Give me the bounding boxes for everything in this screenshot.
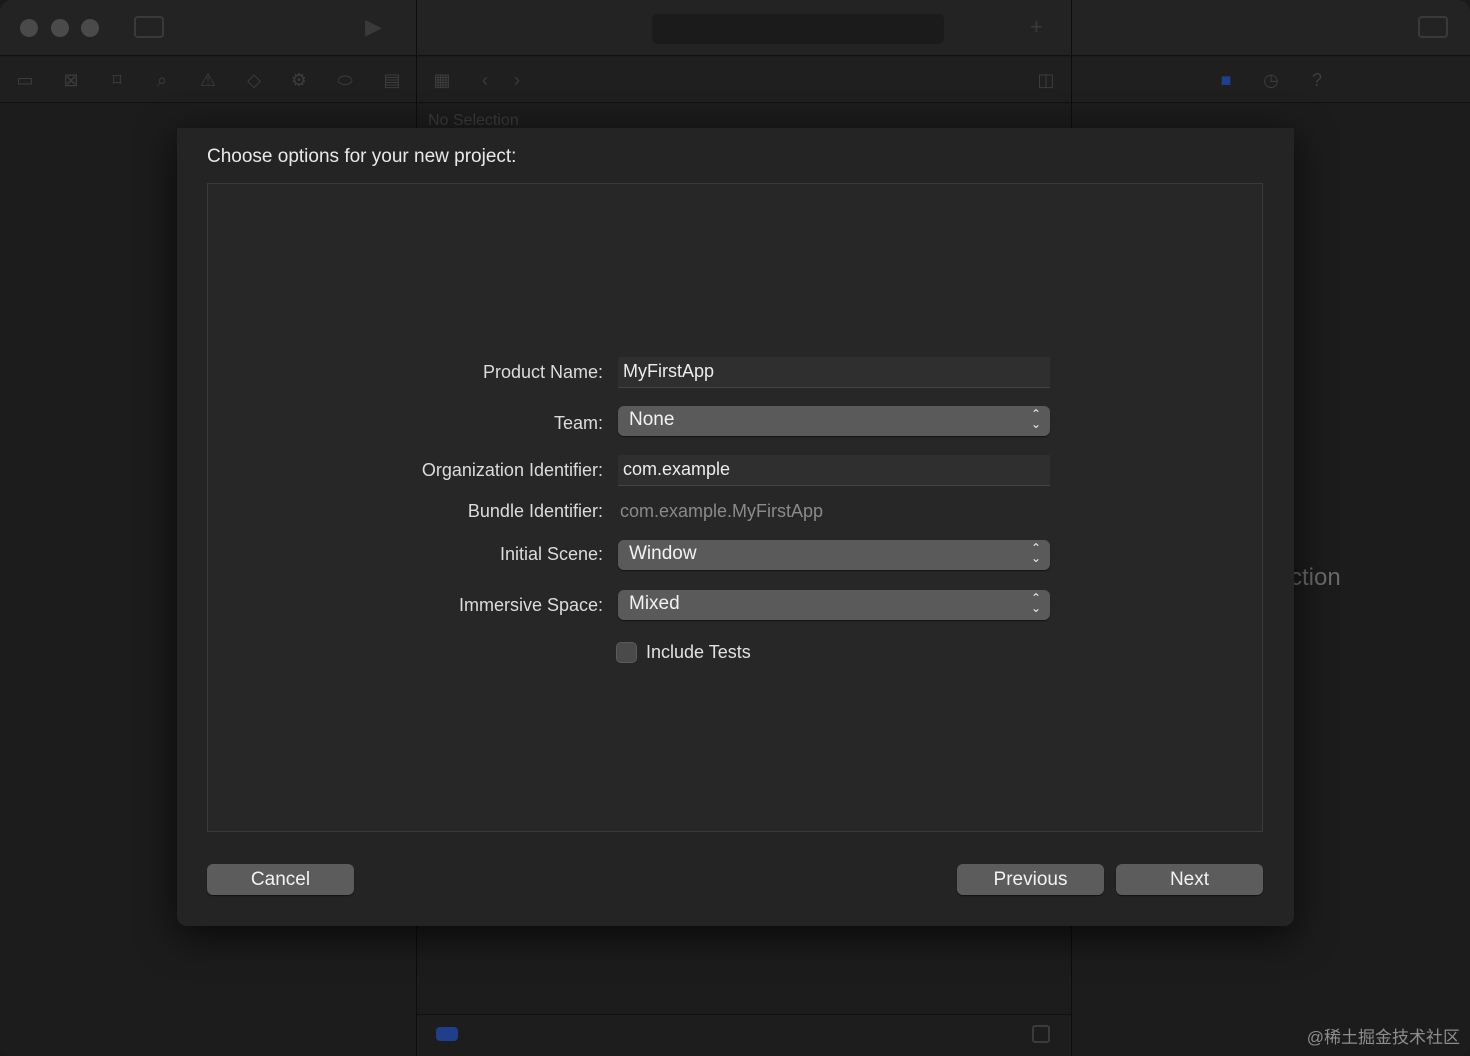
sidebar-toggle-icon[interactable] <box>134 16 164 38</box>
report-icon[interactable]: ▤ <box>381 69 403 91</box>
initial-scene-popup[interactable]: Window ⌃ ⌄ <box>618 540 1050 570</box>
next-button[interactable]: Next <box>1116 864 1263 895</box>
zoom-window-button[interactable] <box>81 19 99 37</box>
immersive-space-popup-value: Mixed <box>629 593 680 614</box>
immersive-space-popup[interactable]: Mixed ⌃ ⌄ <box>618 590 1050 620</box>
file-inspector-icon[interactable]: ■ <box>1215 69 1237 91</box>
close-window-button[interactable] <box>20 19 38 37</box>
debug-bar <box>417 1014 1071 1056</box>
organization-identifier-field[interactable]: com.example <box>618 455 1050 486</box>
sheet-title: Choose options for your new project: <box>207 146 517 167</box>
breakpoint-icon[interactable]: ⬭ <box>334 69 356 91</box>
bundle-identifier-value: com.example.MyFirstApp <box>620 501 824 521</box>
xcode-window: ▶ + ▭ ⊠ ⌑ ⌕ ⚠ ◇ ⚙ ⬭ ▤ ▦ ‹ › ◫ ■ ◷ ? No S… <box>0 0 1470 1056</box>
product-name-field[interactable]: MyFirstApp <box>618 357 1050 388</box>
debug-icon[interactable]: ⚙ <box>288 69 310 91</box>
initial-scene-label: Initial Scene: <box>499 544 603 564</box>
minimize-window-button[interactable] <box>51 19 69 37</box>
bundle-identifier-label: Bundle Identifier: <box>467 501 603 521</box>
immersive-space-label: Immersive Space: <box>458 595 603 615</box>
initial-scene-popup-value: Window <box>629 543 697 564</box>
inspector-placeholder-text: ction <box>1290 564 1341 591</box>
team-popup[interactable]: None ⌃ ⌄ <box>618 406 1050 436</box>
chevron-up-down-icon: ⌃ ⌄ <box>1030 541 1042 565</box>
team-label: Team: <box>553 413 603 433</box>
help-icon[interactable]: ? <box>1306 69 1328 91</box>
team-popup-value: None <box>629 409 675 430</box>
console-toggle-icon[interactable] <box>1032 1025 1050 1043</box>
source-control-icon[interactable]: ⊠ <box>60 69 82 91</box>
product-name-label: Product Name: <box>482 362 603 382</box>
run-icon[interactable]: ▶ <box>365 16 382 38</box>
chevron-up-down-icon: ⌃ ⌄ <box>1030 591 1042 615</box>
previous-button[interactable]: Previous <box>957 864 1104 895</box>
organization-identifier-label: Organization Identifier: <box>421 460 603 480</box>
cancel-button[interactable]: Cancel <box>207 864 354 895</box>
test-diamond-icon[interactable]: ◇ <box>243 69 265 91</box>
chevron-up-down-icon: ⌃ ⌄ <box>1030 407 1042 431</box>
search-icon[interactable]: ⌕ <box>151 69 173 91</box>
warning-icon[interactable]: ⚠ <box>197 69 219 91</box>
watermark: @稀土掘金技术社区 <box>1306 1028 1460 1047</box>
folder-icon[interactable]: ▭ <box>14 69 36 91</box>
inspector-toggle-icon[interactable] <box>1418 16 1448 38</box>
include-tests-checkbox[interactable] <box>616 642 637 663</box>
history-icon[interactable]: ◷ <box>1260 69 1282 91</box>
include-tests-label[interactable]: Include Tests <box>646 642 751 663</box>
bookmark-icon[interactable]: ⌑ <box>106 69 128 91</box>
filter-icon[interactable] <box>436 1027 458 1041</box>
